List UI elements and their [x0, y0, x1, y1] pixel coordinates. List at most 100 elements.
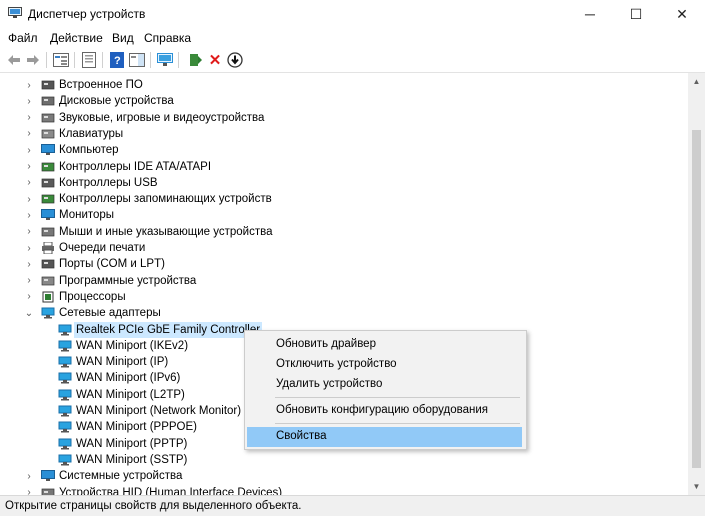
window-title: Диспетчер устройств	[28, 7, 146, 21]
action-pane-icon[interactable]	[128, 51, 146, 69]
tree-category[interactable]: › Дисковые устройства	[0, 93, 688, 109]
ctx-separator	[275, 397, 520, 398]
properties-icon[interactable]	[80, 51, 98, 69]
help-icon[interactable]: ?	[108, 51, 126, 69]
network-adapter-icon	[58, 324, 72, 336]
chevron-right-icon[interactable]: ›	[24, 145, 34, 156]
tree-category[interactable]: › Очереди печати	[0, 240, 688, 256]
menu-bar: Файл Действие Вид Справка	[0, 28, 705, 48]
vertical-scrollbar[interactable]: ▲ ▼	[688, 73, 705, 495]
chevron-right-icon[interactable]: ›	[24, 161, 34, 172]
ctx-uninstall-device[interactable]: Удалить устройство	[247, 375, 522, 395]
tree-category[interactable]: ⌄ Сетевые адаптеры	[0, 305, 688, 321]
tree-category[interactable]: › Системные устройства	[0, 468, 688, 484]
menu-file[interactable]: Файл	[8, 31, 38, 45]
ide-controller-icon	[41, 161, 55, 173]
chevron-right-icon[interactable]: ›	[24, 80, 34, 91]
device-manager-icon	[8, 7, 22, 18]
chevron-right-icon[interactable]: ›	[24, 291, 34, 302]
tree-device-label: WAN Miniport (IP)	[76, 356, 169, 369]
scrollbar-thumb[interactable]	[692, 130, 701, 468]
ctx-disable-device[interactable]: Отключить устройство	[247, 355, 522, 375]
tree-category-label: Встроенное ПО	[59, 79, 143, 91]
tree-category-label: Порты (COM и LPT)	[59, 258, 165, 271]
chevron-right-icon[interactable]: ›	[24, 243, 34, 254]
remove-device-icon[interactable]: ✕	[206, 51, 224, 69]
tree-category[interactable]: › Порты (COM и LPT)	[0, 256, 688, 272]
tree-category[interactable]: › Устройства HID (Human Interface Devices…	[0, 485, 688, 495]
chevron-right-icon[interactable]: ›	[24, 112, 34, 123]
tree-category-label: Звуковые, игровые и видеоустройства	[59, 111, 265, 124]
ctx-scan-hardware[interactable]: Обновить конфигурацию оборудования	[247, 401, 522, 421]
tree-device-label: WAN Miniport (PPPOE)	[76, 421, 197, 434]
tree-device-label: WAN Miniport (Network Monitor)	[76, 405, 242, 417]
tree-category[interactable]: › Встроенное ПО	[0, 77, 688, 93]
network-adapter-icon	[58, 438, 72, 450]
ctx-separator	[275, 423, 520, 424]
tree-view-icon[interactable]	[52, 51, 70, 69]
tree-category[interactable]: › Компьютер	[0, 142, 688, 158]
chevron-right-icon[interactable]: ›	[24, 96, 34, 107]
printer-icon	[41, 241, 55, 255]
forward-arrow-icon[interactable]	[24, 51, 42, 69]
tree-category[interactable]: › Контроллеры USB	[0, 175, 688, 191]
tree-category[interactable]: › Мониторы	[0, 207, 688, 223]
ctx-update-driver[interactable]: Обновить драйвер	[247, 335, 522, 355]
chevron-right-icon[interactable]: ›	[24, 128, 34, 139]
tree-device[interactable]: WAN Miniport (SSTP)	[0, 452, 688, 468]
network-adapter-icon	[41, 307, 55, 319]
update-driver-icon[interactable]	[186, 51, 204, 69]
close-button[interactable]: ✕	[659, 0, 705, 28]
toolbar-separator	[178, 52, 179, 68]
scroll-down-arrow-icon[interactable]: ▼	[688, 478, 705, 495]
toolbar-separator	[74, 52, 75, 68]
tree-category-label: Контроллеры USB	[59, 176, 158, 189]
maximize-button[interactable]: ☐	[613, 0, 659, 28]
tree-category-label: Контроллеры IDE ATA/ATAPI	[59, 160, 212, 173]
disk-drive-icon	[41, 95, 55, 107]
tree-device-label: Realtek PCIe GbE Family Controller	[74, 321, 263, 338]
tree-category[interactable]: › Клавиатуры	[0, 126, 688, 142]
network-adapter-icon	[58, 454, 72, 466]
tree-category[interactable]: › Программные устройства	[0, 273, 688, 289]
menu-action[interactable]: Действие	[50, 31, 103, 45]
chevron-right-icon[interactable]: ›	[24, 487, 34, 495]
tree-category[interactable]: › Процессоры	[0, 289, 688, 305]
status-bar: Открытие страницы свойств для выделенног…	[0, 495, 705, 516]
chevron-right-icon[interactable]: ›	[24, 210, 34, 221]
chevron-right-icon[interactable]: ›	[24, 275, 34, 286]
chevron-right-icon[interactable]: ›	[24, 259, 34, 270]
storage-controller-icon	[41, 193, 55, 205]
scroll-up-arrow-icon[interactable]: ▲	[688, 73, 705, 90]
tree-category-label: Клавиатуры	[59, 127, 124, 140]
chevron-right-icon[interactable]: ›	[24, 194, 34, 205]
chevron-down-icon[interactable]: ⌄	[24, 308, 34, 319]
back-arrow-icon[interactable]	[5, 51, 23, 69]
tree-category-label: Контроллеры запоминающих устройств	[59, 193, 272, 206]
menu-view[interactable]: Вид	[112, 31, 134, 45]
ctx-item-label: Обновить конфигурацию оборудования	[276, 404, 488, 416]
tree-category-label: Компьютер	[59, 144, 119, 157]
processor-icon	[41, 291, 55, 303]
tree-category[interactable]: › Контроллеры IDE ATA/ATAPI	[0, 159, 688, 175]
ctx-properties[interactable]: Свойства	[247, 427, 522, 447]
tree-category[interactable]: › Мыши и иные указывающие устройства	[0, 224, 688, 240]
minimize-button[interactable]: ─	[567, 0, 613, 28]
software-device-icon	[41, 275, 55, 287]
tree-device-label: WAN Miniport (IPv6)	[76, 372, 181, 385]
speaker-icon	[41, 112, 55, 124]
tree-device-label: WAN Miniport (PPTP)	[76, 437, 188, 450]
tree-category[interactable]: › Звуковые, игровые и видеоустройства	[0, 110, 688, 126]
ctx-item-label: Свойства	[276, 430, 327, 442]
firmware-icon	[41, 79, 55, 91]
tree-category[interactable]: › Контроллеры запоминающих устройств	[0, 191, 688, 207]
chevron-right-icon[interactable]: ›	[24, 226, 34, 237]
scan-hardware-icon[interactable]	[156, 51, 174, 69]
menu-help[interactable]: Справка	[144, 31, 191, 45]
tree-device-label: WAN Miniport (IKEv2)	[76, 339, 189, 352]
monitor-icon	[41, 209, 55, 221]
install-legacy-icon[interactable]	[226, 51, 244, 69]
mouse-icon	[41, 226, 55, 238]
chevron-right-icon[interactable]: ›	[24, 177, 34, 188]
chevron-right-icon[interactable]: ›	[24, 471, 34, 482]
